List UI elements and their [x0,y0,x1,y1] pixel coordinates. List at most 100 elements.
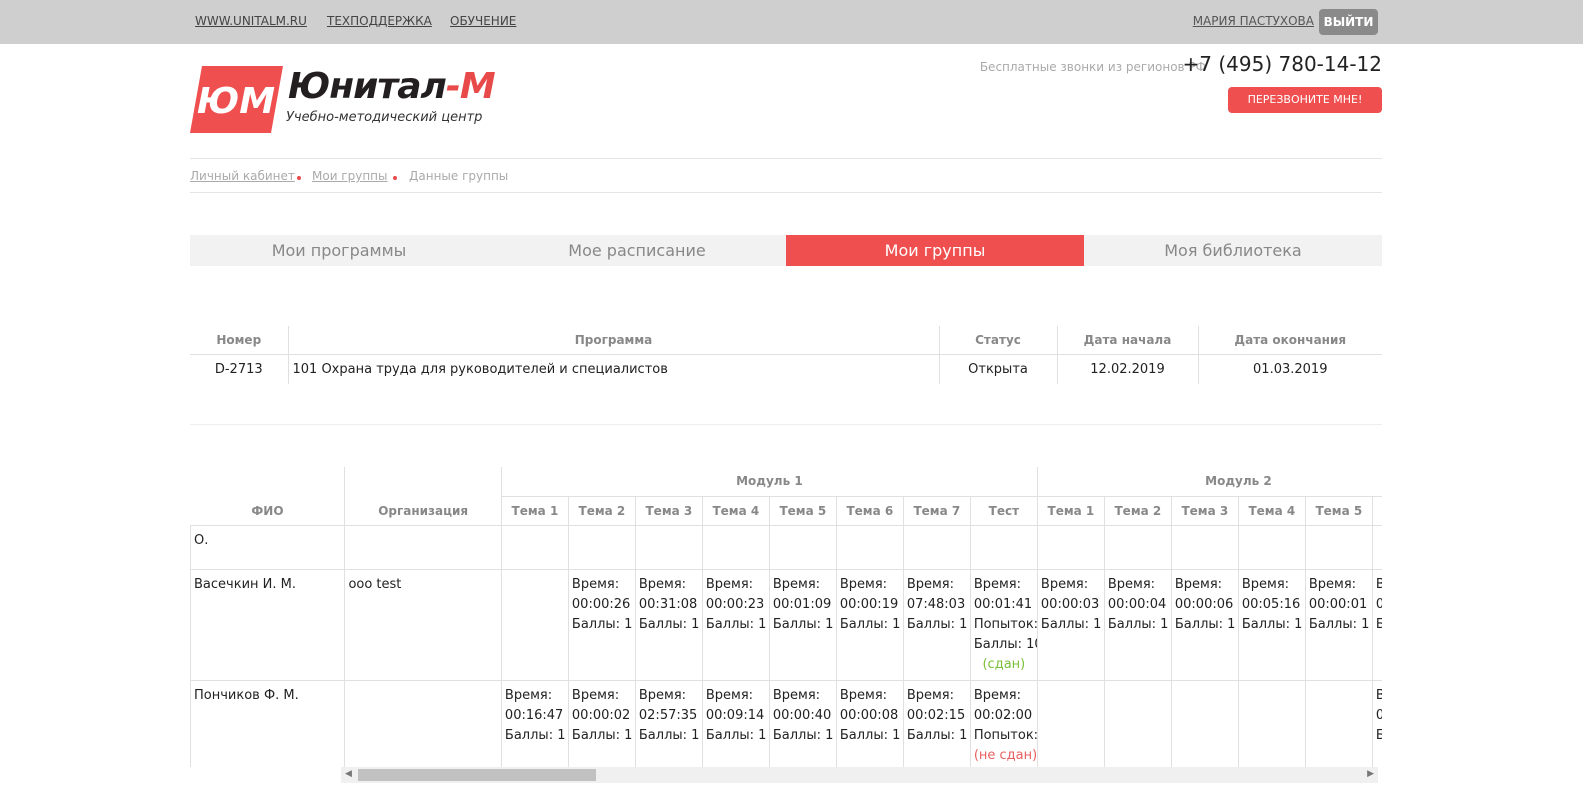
tab-my-schedule[interactable]: Мое расписание [488,235,786,266]
time-value: 00:16:47 [504,707,564,723]
result-cell: Время: 00:01:09 Баллы: 1 [768,568,837,681]
tab-my-programs[interactable]: Мои программы [190,235,488,266]
group-start-date: 12.02.2019 [1056,354,1198,384]
logo-icon[interactable]: ЮМ [190,66,283,133]
time-value: 00:00:08 [839,707,899,723]
col-m1-topic-3: Тема 3 [634,495,703,526]
result-cell [835,524,904,570]
time-value: 00:31:08 [638,596,698,612]
result-cell [969,524,1038,570]
score-label: Баллы: 1 [638,616,700,632]
result-cell [1237,524,1306,570]
result-cell: Время:00:00:Баллы: 1 [1371,568,1382,681]
group-info-table: Номер Программа Статус Дата начала Дата … [190,326,1382,384]
time-label: Время: [839,576,888,592]
time-label: Время: [1107,576,1156,592]
time-label: Время: [1174,576,1223,592]
col-m2-topic-3: Тема 3 [1170,495,1239,526]
time-label: Время: [638,687,687,703]
time-value: 02:57:35 [638,707,698,723]
time-label: Время: [973,576,1021,592]
training-link[interactable]: ОБУЧЕНИЕ [450,14,516,28]
score-label: Баллы: 1 [839,727,901,743]
time-label: Время: [973,687,1021,703]
col-m2-topic-4: Тема 4 [1237,495,1306,526]
tab-my-library[interactable]: Моя библиотека [1084,235,1382,266]
site-link[interactable]: WWW.UNITALM.RU [195,14,307,28]
result-cell: Время: 00:02:00 Попыток: 4 (не сдан) [969,679,1038,767]
result-cell [500,568,569,681]
result-cell [567,524,636,570]
result-cell: Время: 00:00:02 Баллы: 1 [567,679,636,767]
result-cell: Время: 00:00:06 Баллы: 1 [1170,568,1239,681]
table-row: Пончиков Ф. М. Время: 00:16:47 Баллы: 1 Врем… [190,679,1382,767]
support-link[interactable]: ТЕХПОДДЕРЖКА [327,14,432,28]
col-m1-topic-4: Тема 4 [701,495,770,526]
breadcrumb-separator [393,176,397,180]
table-row: О. [190,524,1382,570]
col-m1-topic-6: Тема 6 [835,495,904,526]
result-cell [902,524,971,570]
col-m2-topic-2: Тема 2 [1103,495,1172,526]
result-cell [1036,524,1105,570]
progress-grid[interactable]: ФИО Организация Модуль 1 Модуль 2 Тема 1… [190,467,1382,767]
time-label: Время: [906,687,955,703]
time-label: Время: [1241,576,1290,592]
group-end-date: 01.03.2019 [1197,354,1382,384]
score-label: Баллы: 1 [705,727,767,743]
score-label: Баллы: 1 [1174,616,1236,632]
col-m2-topic-1: Тема 1 [1036,495,1105,526]
score-label: Баллы: 1 [1376,615,1382,635]
student-name: Васечкин И. М. [190,568,346,681]
user-name-link[interactable]: МАРИЯ ПАСТУХОВА [1193,14,1314,28]
logo-name-accent: -М [445,66,496,107]
student-organization [344,524,502,570]
breadcrumb-groups[interactable]: Мои группы [312,169,388,183]
scroll-right-icon[interactable]: ▶ [1367,769,1374,779]
student-organization: ooo test [344,568,502,681]
logo-subtitle: Учебно-методический центр [286,110,483,125]
scroll-left-icon[interactable]: ◀ [345,769,352,779]
time-label: Время: [1040,576,1089,592]
score-label: Баллы: 1 [906,727,968,743]
col-end-date: Дата окончания [1197,326,1382,355]
horizontal-scrollbar[interactable]: ◀ ▶ [341,767,1378,783]
score-label: Баллы: 1 [705,616,767,632]
time-value: 07:48:03 [906,596,966,612]
score-label: Баллы: 1 [1241,616,1303,632]
module-1-header: Модуль 1 [500,467,1038,497]
result-cell [1103,524,1172,570]
scrollbar-thumb[interactable] [358,769,596,781]
result-cell: Время: 00:00:04 Баллы: 1 [1103,568,1172,681]
time-value: 00:00:19 [839,596,899,612]
result-cell: Время: 07:48:03 Баллы: 1 [902,568,971,681]
logout-button[interactable]: ВЫЙТИ [1319,9,1378,35]
time-label: Время: [638,576,687,592]
result-cell: Время: 00:02:15 Баллы: 1 [902,679,971,767]
result-cell [1371,524,1382,570]
logo-name[interactable]: Юнитал-М [288,66,496,107]
col-m1-topic-1: Тема 1 [500,495,569,526]
result-cell [1103,679,1172,767]
col-number: Номер [190,326,288,355]
result-cell [768,524,837,570]
result-cell: Время: 00:00:19 Баллы: 1 [835,568,904,681]
divider [190,424,1382,425]
score-label: Баллы: 10 [973,636,1038,652]
score-label: Баллы: 1 [504,727,566,743]
tab-my-groups[interactable]: Мои группы [786,235,1084,266]
main-tabs: Мои программы Мое расписание Мои группы … [190,235,1382,266]
result-cell: Время: 00:00:01 Баллы: 1 [1304,568,1373,681]
time-label: Время: [504,687,553,703]
breadcrumb-cabinet[interactable]: Личный кабинет [190,169,295,183]
group-program: 101 Охрана труда для руководителей и спе… [287,354,939,384]
col-program: Программа [287,326,939,355]
breadcrumb-separator [297,176,301,180]
attempts-label: Попыток: 5 [973,616,1038,632]
time-label: Время: [1376,686,1382,706]
score-label: Баллы: 1 [571,616,633,632]
result-cell [1170,679,1239,767]
result-cell [1304,679,1373,767]
time-value: 00:05:16 [1241,596,1301,612]
callback-button[interactable]: ПЕРЕЗВОНИТЕ МНЕ! [1228,87,1382,113]
